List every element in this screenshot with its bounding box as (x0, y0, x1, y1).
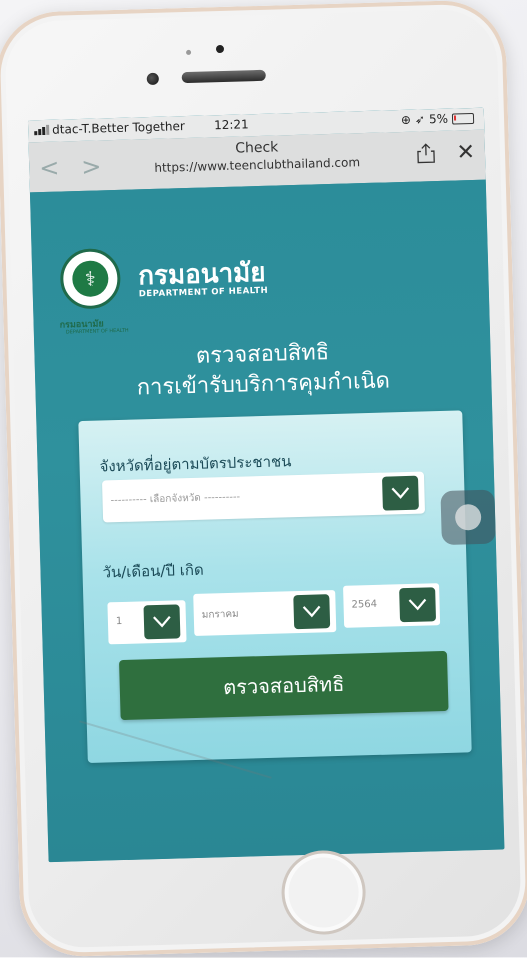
share-icon[interactable] (417, 143, 436, 164)
orientation-lock-icon: ⊕ (400, 112, 412, 128)
front-sensor (186, 49, 192, 55)
earpiece-speaker (181, 69, 266, 84)
web-content: ⚕ กรมอนามัย DEPARTMENT OF HEALTH กรมอนาม… (29, 179, 505, 863)
day-select-value: 1 (115, 615, 123, 628)
phone-device: dtac-T.Better Together 12:21 ⊕ ➶ 5% < > … (0, 0, 527, 958)
logo-seal: ⚕ (59, 247, 122, 310)
month-select[interactable]: มกราคม (193, 590, 337, 636)
proximity-sensor (215, 44, 225, 54)
province-label: จังหวัดที่อยู่ตามบัตรประชาชน (99, 452, 292, 476)
province-select-value: ---------- เลือกจังหวัด ---------- (110, 491, 241, 507)
month-select-value: มกราคม (201, 608, 239, 621)
phone-screen: dtac-T.Better Together 12:21 ⊕ ➶ 5% < > … (27, 107, 505, 863)
chevron-down-icon[interactable] (381, 475, 419, 511)
chevron-down-icon[interactable] (399, 587, 437, 623)
caduceus-icon: ⚕ (71, 260, 109, 298)
province-select[interactable]: ---------- เลือกจังหวัด ---------- (101, 471, 426, 523)
carrier-name: dtac-T.Better Together (51, 119, 185, 137)
home-button[interactable] (280, 849, 367, 936)
battery-percent: 5% (428, 111, 449, 127)
signal-icon (34, 124, 50, 136)
logo-caption-en: DEPARTMENT OF HEALTH (65, 327, 129, 336)
battery-icon (451, 112, 475, 125)
check-eligibility-button[interactable]: ตรวจสอบสิทธิ (119, 650, 449, 721)
eligibility-form: จังหวัดที่อยู่ตามบัตรประชาชน ---------- … (78, 410, 496, 764)
status-indicators: ⊕ ➶ 5% (401, 111, 475, 127)
year-select-value: 2564 (351, 598, 378, 611)
clock: 12:21 (213, 117, 249, 133)
assistive-touch-button[interactable] (440, 489, 496, 546)
birthdate-label: วัน/เดือน/ปี เกิด (102, 560, 204, 582)
location-icon: ➶ (414, 112, 426, 127)
department-logo: ⚕ (59, 247, 128, 316)
day-select[interactable]: 1 (107, 600, 187, 645)
chevron-down-icon[interactable] (293, 594, 331, 630)
chevron-down-icon[interactable] (143, 604, 181, 640)
front-camera (146, 72, 159, 86)
year-select[interactable]: 2564 (343, 583, 441, 628)
close-icon[interactable]: ✕ (456, 140, 475, 166)
